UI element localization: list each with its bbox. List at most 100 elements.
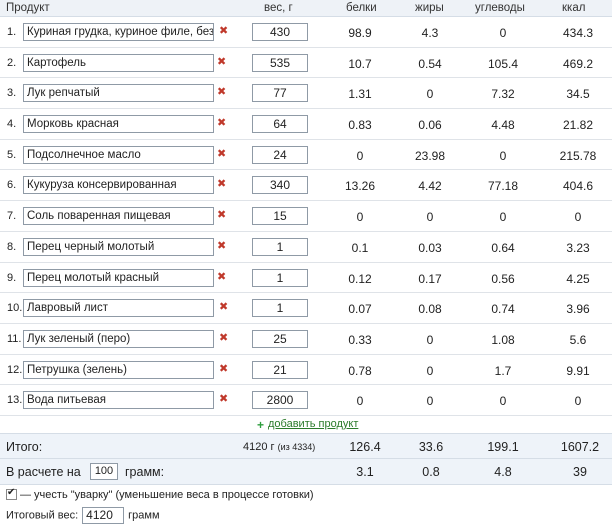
carbs-value: 0 — [499, 394, 507, 409]
delete-icon[interactable]: ✖ — [217, 178, 226, 190]
product-name-input[interactable]: Морковь красная — [23, 115, 214, 134]
product-name-input[interactable]: Кукуруза консервированная — [23, 176, 214, 195]
weight-input[interactable]: 64 — [252, 115, 308, 134]
product-name-input[interactable]: Лавровый лист — [23, 299, 214, 318]
weight-input[interactable]: 25 — [252, 329, 308, 348]
row-number: 3. — [7, 87, 17, 100]
kcal-value: 3.96 — [566, 302, 590, 317]
fat-value: 0 — [426, 210, 434, 225]
weight-input[interactable]: 1 — [252, 299, 308, 318]
delete-icon[interactable]: ✖ — [217, 117, 226, 129]
product-name-input[interactable]: Перец черный молотый — [23, 237, 214, 256]
weight-input[interactable]: 24 — [252, 145, 308, 164]
header-product: Продукт — [6, 2, 50, 14]
fat-value: 0.54 — [418, 56, 442, 71]
row-number: 2. — [7, 56, 17, 69]
kcal-value: 34.5 — [566, 87, 590, 102]
fat-value: 0 — [426, 87, 434, 102]
weight-input[interactable]: 340 — [252, 176, 308, 195]
boil-option: — учесть "уварку" (уменьшение веса в про… — [6, 487, 314, 501]
weight-input[interactable]: 77 — [252, 84, 308, 103]
boil-checkbox[interactable] — [6, 487, 17, 500]
product-name-input[interactable]: Соль поваренная пищевая — [23, 207, 214, 226]
protein-value: 0.83 — [348, 118, 372, 133]
per-kcal: 39 — [573, 464, 587, 479]
row-number: 9. — [7, 271, 17, 284]
final-weight-unit: грамм — [128, 509, 160, 522]
kcal-value: 434.3 — [562, 26, 594, 40]
weight-input[interactable]: 430 — [252, 23, 308, 41]
weight-input[interactable]: 1 — [252, 268, 308, 287]
delete-icon[interactable]: ✖ — [217, 271, 226, 283]
weight-input[interactable]: 15 — [252, 207, 308, 226]
table-header: Продукт вес, г белки жиры углеводы ккал — [0, 0, 612, 17]
row-number: 7. — [7, 210, 17, 223]
product-name-input[interactable]: Лук репчатый — [23, 84, 214, 103]
weight-input[interactable]: 535 — [252, 53, 308, 72]
row-number: 4. — [7, 118, 17, 131]
delete-icon[interactable]: ✖ — [217, 56, 226, 68]
product-name-input[interactable]: Перец молотый красный — [23, 268, 214, 287]
per-amount-row: В расчете на 100 грамм: 3.1 0.8 4.8 39 — [0, 458, 612, 485]
kcal-value: 404.6 — [562, 179, 594, 194]
delete-icon[interactable]: ✖ — [219, 332, 228, 344]
protein-value: 0.33 — [348, 332, 372, 347]
carbs-value: 77.18 — [487, 179, 519, 194]
totals-row: Итого: 4120 г (из 4334) 126.4 33.6 199.1… — [0, 432, 612, 459]
product-name-input[interactable]: Петрушка (зелень) — [23, 360, 214, 379]
carbs-value: 0 — [499, 210, 507, 225]
protein-value: 0 — [356, 210, 364, 225]
boil-option-label: — учесть "уварку" (уменьшение веса в про… — [20, 489, 314, 501]
weight-input[interactable]: 1 — [252, 237, 308, 256]
product-name-input[interactable]: Подсолнечное масло — [23, 145, 214, 164]
product-row: 7. Соль поваренная пищевая ✖ 15 0 0 0 0 — [0, 201, 612, 232]
row-number: 8. — [7, 240, 17, 253]
delete-icon[interactable]: ✖ — [217, 86, 226, 98]
row-number: 6. — [7, 179, 17, 192]
add-product-row: + добавить продукт — [0, 416, 612, 433]
row-number: 5. — [7, 148, 17, 161]
kcal-value: 5.6 — [569, 332, 587, 347]
carbs-value: 4.48 — [491, 118, 515, 133]
row-number: 13. — [7, 394, 23, 407]
product-row: 1. Куриная грудка, куриное филе, без ✖ 430 9… — [0, 17, 612, 48]
product-rows: 1. Куриная грудка, куриное филе, без ✖ 430 9… — [0, 17, 612, 416]
per-amount-input[interactable]: 100 — [90, 462, 118, 480]
delete-icon[interactable]: ✖ — [219, 301, 228, 313]
product-row: 11. Лук зеленый (перо) ✖ 25 0.33 0 1.08 5.6 — [0, 324, 612, 355]
totals-kcal: 1607.2 — [560, 439, 600, 454]
kcal-value: 3.23 — [566, 240, 590, 255]
kcal-value: 469.2 — [562, 56, 594, 71]
protein-value: 13.26 — [344, 179, 376, 194]
per-protein: 3.1 — [356, 464, 374, 479]
final-weight-input[interactable]: 4120 — [82, 507, 125, 524]
header-carbs: углеводы — [475, 2, 525, 14]
fat-value: 4.3 — [421, 26, 439, 40]
delete-icon[interactable]: ✖ — [217, 240, 226, 252]
fat-value: 0 — [426, 363, 434, 378]
per-unit-label: грамм: — [125, 464, 165, 479]
header-fat: жиры — [415, 2, 444, 14]
weight-input[interactable]: 2800 — [252, 391, 308, 410]
totals-carbs: 199.1 — [487, 439, 519, 454]
delete-icon[interactable]: ✖ — [217, 209, 226, 221]
product-name-input[interactable]: Вода питьевая — [23, 391, 214, 410]
delete-icon[interactable]: ✖ — [217, 148, 226, 160]
delete-icon[interactable]: ✖ — [219, 393, 228, 405]
per-label: В расчете на — [6, 464, 81, 479]
delete-icon[interactable]: ✖ — [219, 363, 228, 375]
totals-fat: 33.6 — [418, 439, 444, 454]
weight-input[interactable]: 21 — [252, 360, 308, 379]
kcal-value: 21.82 — [562, 118, 594, 133]
delete-icon[interactable]: ✖ — [219, 25, 228, 37]
carbs-value: 0 — [499, 148, 507, 163]
header-kcal: ккал — [562, 2, 586, 14]
header-protein: белки — [346, 2, 377, 14]
add-product-link[interactable]: добавить продукт — [268, 418, 358, 430]
product-name-input[interactable]: Куриная грудка, куриное филе, без — [23, 23, 214, 41]
carbs-value: 0.74 — [491, 302, 515, 317]
product-name-input[interactable]: Лук зеленый (перо) — [23, 329, 214, 348]
protein-value: 0.1 — [351, 240, 369, 255]
product-name-input[interactable]: Картофель — [23, 53, 214, 72]
protein-value: 10.7 — [348, 56, 372, 71]
